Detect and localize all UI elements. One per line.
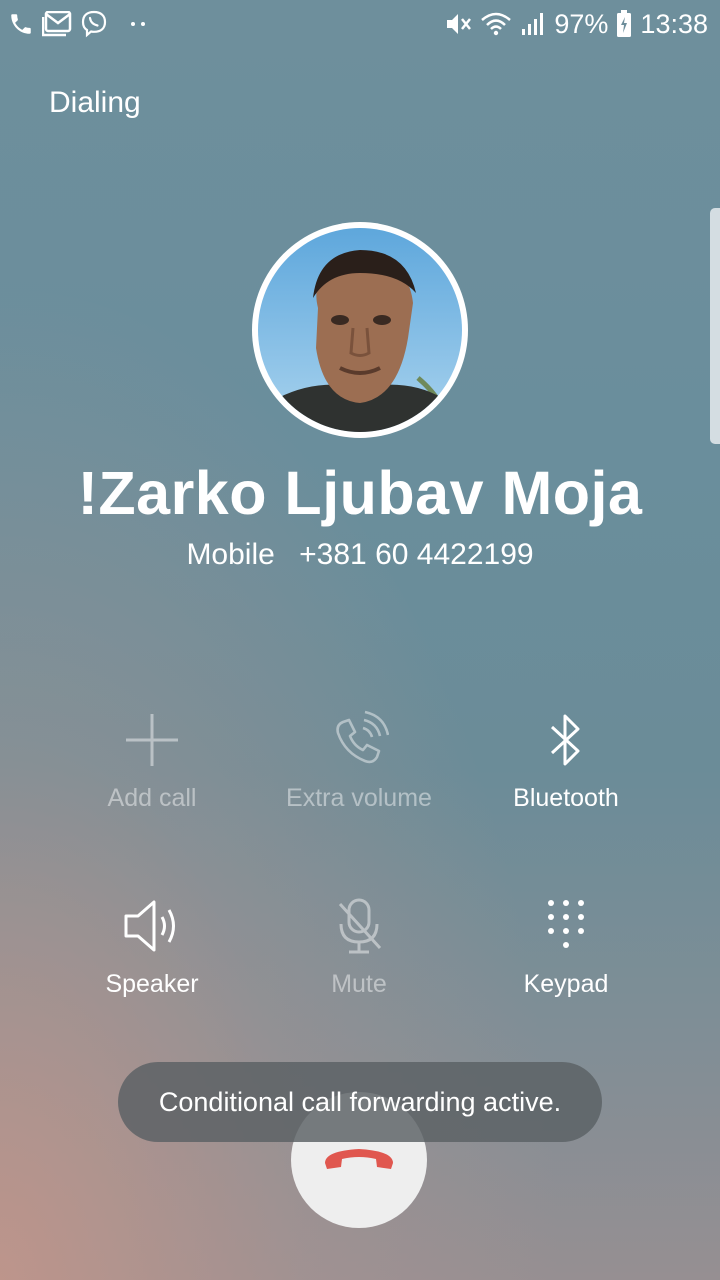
extra-volume-label: Extra volume [286,784,432,812]
bluetooth-label: Bluetooth [513,784,619,812]
contact-avatar [252,222,468,438]
end-call-icon [321,1143,397,1178]
more-notifications-icon [130,20,146,28]
signal-icon [520,11,546,37]
speaker-icon [52,894,252,958]
mute-mic-icon [259,894,459,958]
add-call-label: Add call [107,784,197,812]
mute-icon [444,11,472,37]
email-icon [42,11,72,37]
bluetooth-icon [466,708,666,772]
bluetooth-button[interactable]: Bluetooth [466,708,666,813]
edge-panel-handle[interactable] [710,208,720,444]
speaker-label: Speaker [105,970,199,998]
keypad-label: Keypad [523,970,609,998]
status-bar: 97% 13:38 [0,0,720,48]
contact-number-line: Mobile +381 60 4422199 [0,538,720,572]
viber-icon [80,10,108,38]
mute-button[interactable]: Mute [259,894,459,999]
battery-percent: 97% [554,8,609,39]
system-icons: 97% 13:38 [444,6,708,42]
call-state-label: Dialing [49,86,141,119]
wifi-icon [480,11,512,37]
add-call-button[interactable]: Add call [52,708,252,813]
notification-icons [8,8,146,40]
plus-icon [52,708,252,772]
keypad-icon [466,894,666,958]
keypad-button[interactable]: Keypad [466,894,666,999]
contact-name: !Zarko Ljubav Moja [77,459,643,527]
speaker-button[interactable]: Speaker [52,894,252,999]
clock: 13:38 [640,8,708,39]
phone-icon [8,11,34,37]
extra-volume-button[interactable]: Extra volume [259,708,459,813]
phone-number: +381 60 4422199 [299,538,534,571]
battery-charging-icon [616,10,632,38]
toast-message: Conditional call forwarding active. [118,1062,602,1142]
extra-volume-icon [259,708,459,772]
number-type: Mobile [186,538,275,571]
mute-label: Mute [331,970,387,998]
